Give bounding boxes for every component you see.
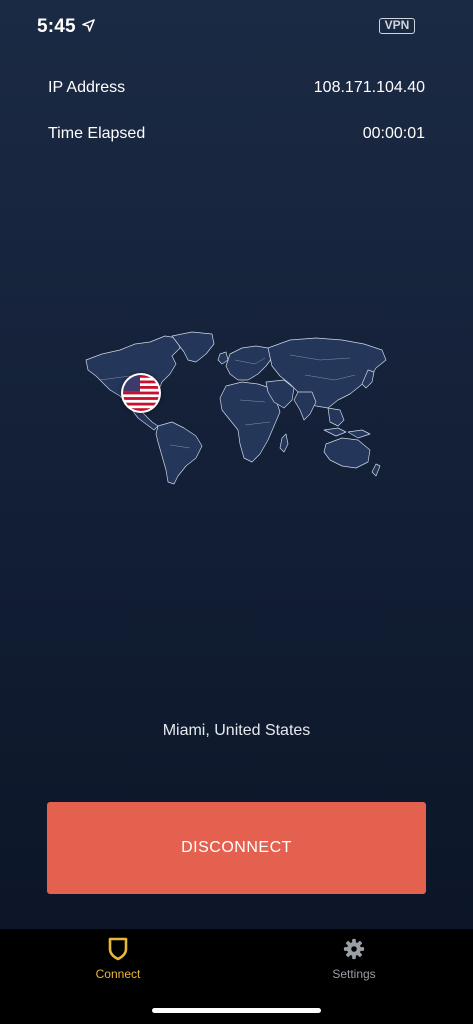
selected-country-flag — [121, 373, 161, 413]
vpn-badge: VPN — [379, 18, 415, 34]
time-elapsed-label: Time Elapsed — [48, 125, 146, 142]
ip-address-row: IP Address 108.171.104.40 — [48, 76, 425, 100]
location-arrow-icon — [82, 19, 95, 32]
tab-settings-label: Settings — [332, 967, 376, 981]
shield-icon — [108, 937, 128, 961]
time-elapsed-value: 00:00:01 — [362, 125, 425, 142]
disconnect-button[interactable]: DISCONNECT — [47, 802, 426, 894]
gear-icon — [343, 938, 365, 960]
ip-address-label: IP Address — [48, 79, 126, 96]
ip-address-value: 108.171.104.40 — [313, 79, 425, 96]
tab-settings[interactable]: Settings — [294, 937, 414, 987]
tab-connect-label: Connect — [95, 967, 141, 981]
status-bar: 5:45 VPN — [0, 0, 473, 52]
world-map — [80, 330, 392, 490]
us-flag-icon — [123, 375, 159, 411]
status-time: 5:45 — [37, 16, 76, 37]
location-label: Miami, United States — [162, 722, 311, 739]
home-indicator — [152, 1008, 321, 1013]
world-map-icon — [85, 331, 387, 485]
time-elapsed-row: Time Elapsed 00:00:01 — [48, 122, 425, 146]
tab-connect[interactable]: Connect — [58, 937, 178, 987]
